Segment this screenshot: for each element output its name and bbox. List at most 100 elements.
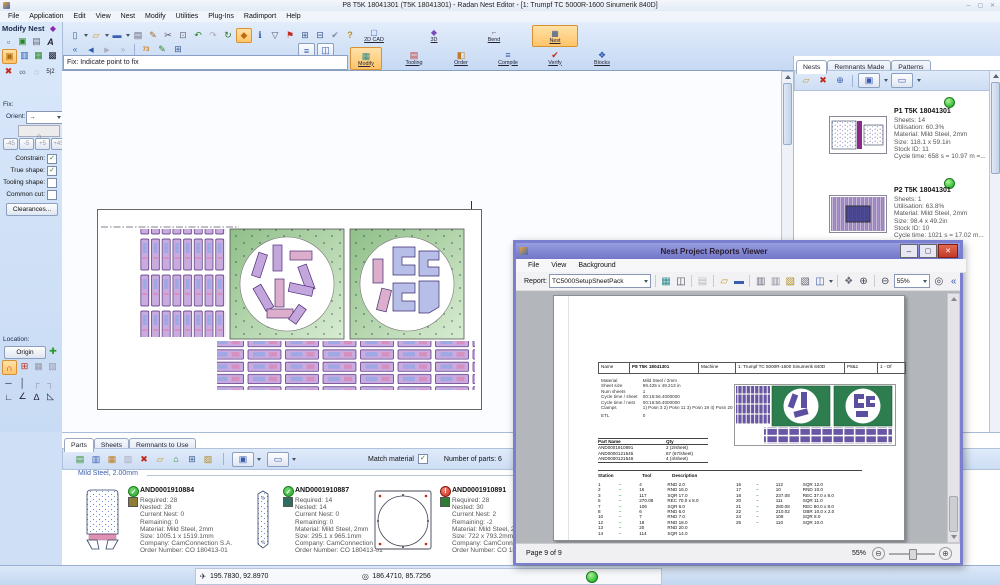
- loc-vline-icon[interactable]: │: [16, 376, 29, 389]
- rotate-plus5-button[interactable]: +5: [35, 138, 50, 150]
- dialog-menu-background[interactable]: Background: [572, 261, 621, 270]
- refresh-icon[interactable]: ↻: [221, 29, 235, 42]
- menu-modify[interactable]: Modify: [140, 12, 171, 21]
- fill-icon[interactable]: ▦: [32, 49, 45, 62]
- save-icon[interactable]: ▬: [110, 29, 124, 42]
- matrix-icon[interactable]: ▩: [46, 49, 59, 62]
- pan-icon[interactable]: ❖: [842, 274, 855, 288]
- zoom-in-icon[interactable]: ⊕: [857, 274, 870, 288]
- workflow-2dcad-button[interactable]: ▢ 2D CAD: [352, 25, 396, 45]
- dialog-maximize-button[interactable]: ▢: [919, 244, 937, 258]
- print-setup-icon[interactable]: ▥: [769, 274, 782, 288]
- minimize-button[interactable]: –: [963, 1, 974, 9]
- tab-nests[interactable]: Nests: [796, 60, 827, 74]
- match-material-checkbox[interactable]: ✓: [418, 454, 428, 464]
- true-shape-checkbox[interactable]: ✓: [47, 166, 57, 176]
- zoom-in-button[interactable]: ⊕: [939, 547, 952, 560]
- open-part-icon[interactable]: ▱: [153, 453, 167, 466]
- check-icon[interactable]: ✔: [328, 29, 342, 42]
- locate-nest-icon[interactable]: ⊕: [833, 74, 847, 87]
- loc-hline-icon[interactable]: ─: [2, 376, 15, 389]
- print-report-icon[interactable]: ▥: [754, 274, 767, 288]
- redo-icon[interactable]: ↷: [206, 29, 220, 42]
- menu-radimport[interactable]: Radimport: [239, 12, 281, 21]
- tab-parts[interactable]: Parts: [64, 438, 94, 452]
- part-icon[interactable]: ▣: [16, 35, 29, 48]
- save-report-icon[interactable]: ▬: [733, 274, 746, 288]
- loc-angle1-icon[interactable]: ∟: [2, 390, 15, 403]
- origin-button[interactable]: Origin: [4, 346, 46, 359]
- ribbon-blocks-button[interactable]: ❖ Blocks: [587, 47, 617, 68]
- loc-hatch-icon[interactable]: ▨: [46, 360, 59, 373]
- origin-target-icon[interactable]: ✚: [47, 345, 59, 357]
- zoom-page-icon[interactable]: ◎: [932, 274, 945, 288]
- new-icon[interactable]: ▯: [68, 29, 82, 42]
- parts-sort-button[interactable]: ▭: [267, 452, 289, 467]
- loc-datum-icon[interactable]: ∩: [2, 360, 17, 375]
- view-mode-button[interactable]: ▣: [858, 73, 880, 88]
- tooling-shape-checkbox[interactable]: [47, 178, 57, 188]
- first-page-icon[interactable]: «: [947, 274, 960, 288]
- array-icon[interactable]: ▥: [18, 49, 31, 62]
- loc-mesh-icon[interactable]: ▦: [32, 360, 45, 373]
- open-report-icon[interactable]: ▱: [718, 274, 731, 288]
- report-pages-icon[interactable]: ▦: [660, 274, 673, 288]
- report-vscrollbar[interactable]: [947, 293, 960, 543]
- loc-grid-icon[interactable]: ⊞: [18, 360, 31, 373]
- workflow-3d-button[interactable]: ◆ 3D: [412, 25, 456, 45]
- zoom-slider[interactable]: [889, 548, 935, 559]
- parts-view-button[interactable]: ▣: [232, 452, 254, 467]
- pencil-icon[interactable]: ✎: [146, 29, 160, 42]
- delete-part-icon[interactable]: ✖: [2, 65, 15, 78]
- part-table-icon[interactable]: ⊞: [185, 453, 199, 466]
- sort-mode-button[interactable]: ▭: [891, 73, 913, 88]
- open-icon[interactable]: ▱: [89, 29, 103, 42]
- report-select[interactable]: TC5000SetupSheetPack: [549, 274, 651, 288]
- ribbon-compile-button[interactable]: ≡ Compile: [493, 47, 523, 68]
- flag-icon[interactable]: ⚑: [283, 29, 297, 42]
- filter-icon[interactable]: ▽: [268, 29, 282, 42]
- undo-icon[interactable]: ↶: [191, 29, 205, 42]
- copy-page-icon[interactable]: ▤: [696, 274, 709, 288]
- delete-part-icon[interactable]: ✖: [137, 453, 151, 466]
- constrain-checkbox[interactable]: ✓: [47, 154, 57, 164]
- find-icon[interactable]: ◫: [674, 274, 687, 288]
- window-icon[interactable]: ⊟: [313, 29, 327, 42]
- part-library-icon[interactable]: ⌂: [169, 453, 183, 466]
- zoom-out-button[interactable]: ⊖: [872, 547, 885, 560]
- ribbon-modify-button[interactable]: ▦ Modify: [350, 47, 382, 70]
- split-icon[interactable]: 5|2: [44, 65, 57, 78]
- rotate-icon[interactable]: ◌: [30, 65, 43, 78]
- menu-plugins[interactable]: Plug-Ins: [203, 12, 239, 21]
- text-icon[interactable]: A: [44, 35, 57, 48]
- workflow-bend-button[interactable]: ⌐ Bend: [472, 25, 516, 45]
- common-cut-checkbox[interactable]: [47, 190, 57, 200]
- loc-corner2-icon[interactable]: ┐: [44, 376, 57, 389]
- highlight-icon[interactable]: ◆: [236, 28, 252, 43]
- open-nest-icon[interactable]: ▱: [799, 74, 813, 87]
- ribbon-tooling-button[interactable]: ▤ Tooling: [399, 47, 429, 68]
- menu-utilities[interactable]: Utilities: [171, 12, 204, 21]
- rotate-minus45-button[interactable]: -45: [3, 138, 18, 150]
- menu-edit[interactable]: Edit: [69, 12, 91, 21]
- dialog-menu-file[interactable]: File: [522, 261, 545, 270]
- dialog-menu-view[interactable]: View: [545, 261, 572, 270]
- copy-icon[interactable]: ⊡: [176, 29, 190, 42]
- add-part-icon[interactable]: ▤: [73, 453, 87, 466]
- cut-icon[interactable]: ✂: [161, 29, 175, 42]
- maximize-button[interactable]: ▢: [975, 1, 986, 9]
- orient-dropdown[interactable]: →: [26, 111, 64, 124]
- page-layout-icon[interactable]: ◫: [814, 274, 827, 288]
- import-part-icon[interactable]: ▨: [201, 453, 215, 466]
- menu-view[interactable]: View: [91, 12, 116, 21]
- edit-part-icon[interactable]: ▦: [105, 453, 119, 466]
- move-part-icon[interactable]: ▣: [2, 49, 17, 64]
- watermark-icon[interactable]: ▧: [799, 274, 812, 288]
- print-icon[interactable]: ▤: [131, 29, 145, 42]
- workflow-nest-button[interactable]: ▦ Nest: [532, 25, 578, 47]
- rotate-minus5-button[interactable]: -5: [19, 138, 34, 150]
- ribbon-order-button[interactable]: ◧ Order: [446, 47, 476, 68]
- close-button[interactable]: ✕: [987, 1, 998, 9]
- select-icon[interactable]: ▫: [2, 35, 15, 48]
- dialog-close-button[interactable]: ✕: [938, 244, 958, 258]
